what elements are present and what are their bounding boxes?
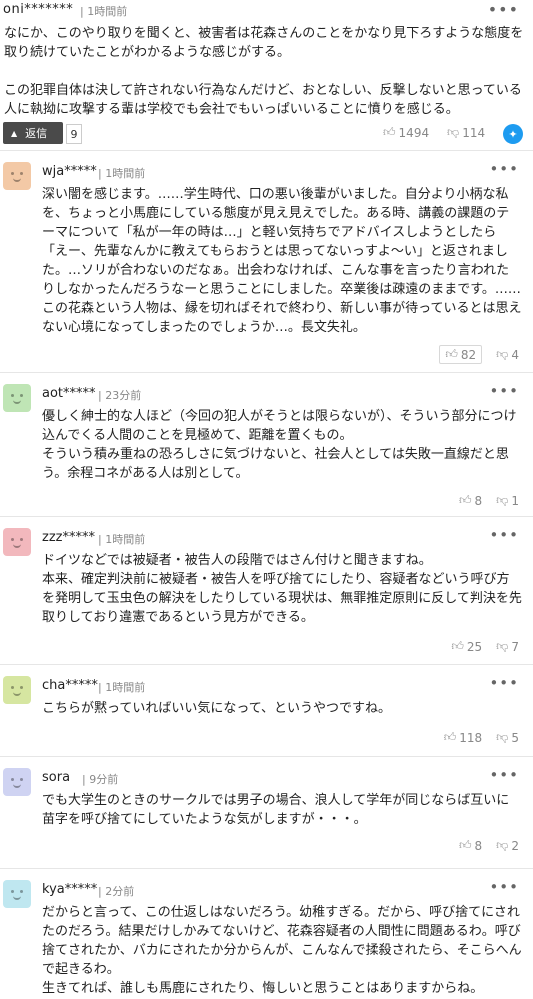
triangle-up-icon: ▲ [11,128,18,138]
top-comment: oni******* | 1時間前 ••• なにか、このやり取りを聞くと、被害者… [0,0,533,150]
like-count: 8 [474,493,483,508]
thumbs-down-icon: 👎︎ [496,730,509,744]
reply-button[interactable]: ▲ 返信 [3,122,63,144]
reply-text: 優しく紳士的な人ほど（今回の犯人がそうとは限らないが）、そういう部分につけ込んで… [42,409,517,481]
dislike-count: 4 [511,347,519,362]
divider [0,516,533,517]
reply-text: でも大学生のときのサークルでは男子の場合、浪人して学年が同じならば互いに苗字を呼… [42,793,510,827]
reply-text: だからと言って、この仕返しはないだろう。幼稚すぎる。だから、呼び捨てにされたのだ… [42,905,522,996]
comment-username[interactable]: oni******* [3,2,73,17]
like-count: 1494 [398,125,430,140]
avatar[interactable] [3,384,31,412]
more-options-icon[interactable]: ••• [488,0,519,19]
reply-comment: cha***** | 1時間前 ••• こちらが黙っていればいい気になって、とい… [0,666,533,756]
avatar[interactable] [3,528,31,556]
like-button[interactable]: 👍︎ 1494 [383,125,429,140]
reply-time: | 9分前 [82,773,119,786]
dislike-button[interactable]: 👎︎ 4 [496,345,519,364]
like-button[interactable]: 👍︎ 118 [444,730,482,745]
reply-comment: kya***** | 2分前 ••• だからと言って、この仕返しはないだろう。幼… [0,870,533,999]
more-options-icon[interactable]: ••• [489,766,519,784]
dislike-count: 114 [462,125,486,140]
more-options-icon[interactable]: ••• [489,160,519,178]
reply-username[interactable]: cha***** [42,678,98,693]
like-count: 118 [459,730,483,745]
reply-label: 返信 [25,127,48,140]
dislike-count: 2 [511,838,519,853]
reply-time: | 2分前 [98,885,135,898]
comment-paragraph: なにか、このやり取りを聞くと、被害者は花森さんのことをかなり見下ろすような態度を… [4,26,524,60]
reply-time: | 1時間前 [98,167,146,180]
reply-text: こちらが黙っていればいい気になって、というやつですね。 [42,701,392,716]
comment-time: | 1時間前 [80,5,128,18]
thumbs-down-icon: 👎︎ [496,493,509,507]
reply-time: | 1時間前 [98,681,146,694]
like-button[interactable]: 👍︎ 8 [459,838,482,853]
reply-time: | 1時間前 [98,533,146,546]
divider [0,372,533,373]
dislike-button[interactable]: 👎︎ 2 [496,838,519,853]
thumbs-down-icon: 👎︎ [496,347,509,361]
more-options-icon[interactable]: ••• [489,382,519,400]
reply-username[interactable]: zzz***** [42,530,95,545]
reply-comment: zzz***** | 1時間前 ••• ドイツなどでは被疑者・被告人の段階ではさ… [0,518,533,664]
like-button[interactable]: 👍︎ 8 [459,493,482,508]
like-count: 8 [474,838,483,853]
dislike-count: 1 [511,493,519,508]
like-count: 82 [460,347,477,362]
divider [0,150,533,151]
thumbs-up-icon: 👍︎ [451,639,464,653]
twitter-share-icon[interactable]: ✦ [503,124,523,144]
reply-comment: sora | 9分前 ••• でも大学生のときのサークルでは男子の場合、浪人して… [0,758,533,868]
reply-comment: wja***** | 1時間前 ••• 深い闇を感じます。……学生時代、口の悪い… [0,152,533,372]
dislike-button[interactable]: 👎︎ 114 [447,125,485,140]
more-options-icon[interactable]: ••• [489,526,519,544]
reply-count: 9 [66,124,82,144]
more-options-icon[interactable]: ••• [489,878,519,896]
reply-comment: aot***** | 23分前 ••• 優しく紳士的な人ほど（今回の犯人がそうと… [0,374,533,516]
thumbs-up-icon: 👍︎ [443,730,457,744]
comment-body: なにか、このやり取りを聞くと、被害者は花森さんのことをかなり見下ろすような態度を… [4,24,524,138]
dislike-button[interactable]: 👎︎ 7 [496,639,519,654]
thumbs-down-icon: 👎︎ [447,125,460,139]
reply-username[interactable]: wja***** [42,164,97,179]
dislike-button[interactable]: 👎︎ 5 [496,730,519,745]
dislike-count: 7 [511,639,519,654]
dislike-count: 5 [511,730,519,745]
reply-username[interactable]: aot***** [42,386,96,401]
avatar[interactable] [3,768,31,796]
like-button[interactable]: 👍︎ 25 [451,639,482,654]
reply-username[interactable]: kya***** [42,882,97,897]
divider [0,664,533,665]
reply-username[interactable]: sora [42,770,70,785]
thumbs-down-icon: 👎︎ [496,838,509,852]
more-options-icon[interactable]: ••• [489,674,519,692]
thumbs-up-icon: 👍︎ [458,838,472,852]
divider [0,868,533,869]
thumbs-up-icon: 👍︎ [445,347,458,361]
like-button[interactable]: 👍︎ 82 [439,345,483,364]
reply-text: ドイツなどでは被疑者・被告人の段階ではさん付けと聞きますね。 本来、確定判決前に… [42,553,522,625]
reply-time: | 23分前 [98,389,142,402]
reply-text: 深い闇を感じます。……学生時代、口の悪い後輩がいました。自分より小柄な私を、ちょ… [42,187,522,335]
thumbs-down-icon: 👎︎ [496,639,509,653]
divider [0,756,533,757]
avatar[interactable] [3,676,31,704]
thumbs-up-icon: 👍︎ [383,125,396,139]
avatar[interactable] [3,162,31,190]
comment-paragraph: この犯罪自体は決して許されない行為なんだけど、おとなしい、反撃しないと思っている… [4,83,522,117]
like-count: 25 [466,639,483,654]
avatar[interactable] [3,880,31,908]
dislike-button[interactable]: 👎︎ 1 [496,493,519,508]
thumbs-up-icon: 👍︎ [458,493,472,507]
